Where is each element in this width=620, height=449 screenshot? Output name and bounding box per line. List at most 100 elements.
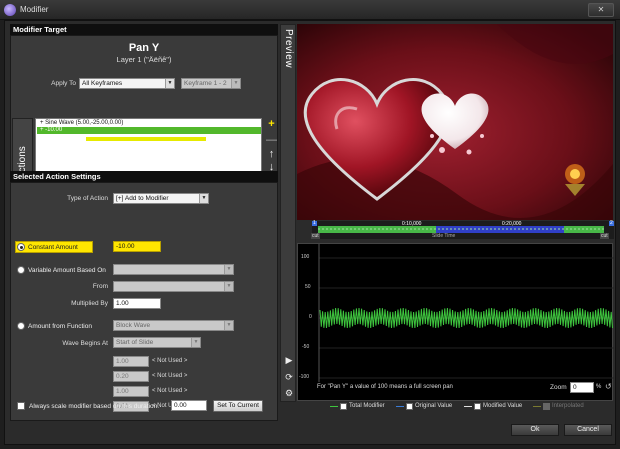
- target-name: Pan Y: [128, 42, 160, 54]
- slide-timeline[interactable]: 1 2 0:10,000 0:20,000 cut cut Slide Time: [311, 220, 614, 239]
- chevron-down-icon: ▼: [224, 321, 233, 330]
- cut-right: cut: [600, 233, 609, 239]
- timeline-start-marker: 1: [313, 220, 316, 226]
- type-of-action-label: Type of Action: [67, 195, 108, 202]
- add-action-button[interactable]: +: [265, 118, 278, 131]
- chevron-down-icon: ▼: [224, 265, 233, 274]
- chevron-down-icon: ▼: [191, 338, 200, 347]
- hearts-picture: [297, 24, 613, 220]
- chevron-down-icon: ▼: [224, 282, 233, 291]
- legend-original-value: Original Value: [415, 403, 453, 409]
- timeline-track: [312, 221, 614, 239]
- preview-tab[interactable]: Preview ▶ ⟳ ⚙: [280, 24, 296, 402]
- interpolated-checkbox[interactable]: [543, 403, 550, 410]
- constant-amount-radio[interactable]: [17, 243, 25, 251]
- window-title: Modifier: [20, 5, 49, 14]
- reset-zoom-icon[interactable]: ↺: [605, 382, 612, 391]
- y-tick-minus-100: -100: [299, 374, 310, 380]
- slide-time-caption: Slide Time: [432, 233, 456, 239]
- always-scale-checkbox[interactable]: [17, 402, 25, 410]
- apply-to-select[interactable]: All Keyframes ▼: [79, 78, 175, 89]
- cut-left: cut: [311, 233, 320, 239]
- not-used-label: < Not Used >: [152, 358, 188, 364]
- graph-hint: For "Pan Y" a value of 100 means a full …: [317, 384, 453, 390]
- zoom-unit: %: [596, 384, 602, 390]
- modifier-dialog: Modifier Target Pan Y Layer 1 ("Äëñê") A…: [4, 20, 616, 445]
- legend-total-modifier: Total Modifier: [349, 403, 385, 409]
- chevron-down-icon: ▼: [199, 194, 208, 203]
- total-modifier-wave: [319, 307, 613, 329]
- timeline-label-10s: 0:10,000: [402, 221, 422, 227]
- timeline-label-20s: 0:20,000: [502, 221, 522, 227]
- function-select[interactable]: Block Wave ▼: [113, 320, 234, 331]
- chevron-down-icon: ▼: [231, 79, 240, 88]
- modifier-graph: 100 50 0 -50 -100: [297, 243, 614, 401]
- legend-modified-value: Modified Value: [483, 403, 523, 409]
- cancel-button[interactable]: Cancel: [564, 424, 612, 436]
- from-label: From: [92, 283, 108, 290]
- y-tick-50: 50: [305, 284, 311, 290]
- apply-to-label: Apply To: [51, 80, 76, 87]
- function-param-3[interactable]: 1.00: [113, 386, 149, 397]
- action-item-selected[interactable]: + -10.00: [37, 127, 261, 134]
- multiplied-by-input[interactable]: 1.00: [113, 298, 161, 309]
- wave-begins-label: Wave Begins At: [62, 340, 108, 347]
- y-tick-minus-50: -50: [302, 344, 310, 350]
- chevron-down-icon: ▼: [165, 79, 174, 88]
- keyframe-value: Keyframe 1 - 2: [184, 80, 227, 87]
- settings-header: Selected Action Settings: [10, 171, 278, 182]
- not-used-label: < Not Used >: [152, 388, 188, 394]
- always-scale-label: Always scale modifier based on this dura…: [29, 403, 160, 410]
- wave-begins-value: Start of Slide: [116, 339, 154, 346]
- zoom-input[interactable]: 0: [570, 382, 594, 393]
- total-modifier-checkbox[interactable]: [340, 403, 347, 410]
- y-tick-0: 0: [309, 314, 312, 320]
- action-selection-bar: [86, 137, 206, 141]
- ok-button[interactable]: Ok: [511, 424, 559, 436]
- set-to-current-button[interactable]: Set To Current: [213, 400, 263, 412]
- legend-swatch-original: [396, 406, 404, 407]
- modified-value-checkbox[interactable]: [474, 403, 481, 410]
- modifier-target-header: Modifier Target: [10, 24, 278, 35]
- wave-begins-select[interactable]: Start of Slide ▼: [113, 337, 201, 348]
- play-icon[interactable]: ▶: [283, 354, 295, 366]
- function-amount-label: Amount from Function: [28, 323, 92, 330]
- function-amount-radio[interactable]: [17, 322, 25, 330]
- preview-image: [297, 24, 613, 220]
- legend-swatch-interpolated: [533, 406, 541, 407]
- preview-tab-label: Preview: [283, 29, 294, 69]
- not-used-label: < Not Used >: [152, 373, 188, 379]
- function-value: Block Wave: [116, 322, 151, 329]
- loop-icon[interactable]: ⟳: [283, 371, 295, 383]
- settings-icon[interactable]: ⚙: [283, 387, 295, 399]
- move-up-button[interactable]: ↑: [265, 148, 278, 161]
- app-icon: [4, 4, 16, 16]
- action-item[interactable]: + Sine Wave (5.00,-25.00,0.00): [37, 120, 261, 127]
- remove-action-button[interactable]: —: [265, 134, 278, 147]
- original-value-checkbox[interactable]: [406, 403, 413, 410]
- duration-input[interactable]: 0.00: [171, 400, 207, 411]
- variable-amount-label: Variable Amount Based On: [28, 267, 106, 274]
- zoom-label: Zoom: [550, 384, 567, 391]
- target-layer: Layer 1 ("Äëñê"): [116, 55, 172, 64]
- y-tick-100: 100: [301, 254, 310, 260]
- apply-to-value: All Keyframes: [82, 80, 123, 87]
- type-of-action-select[interactable]: [+] Add to Modifier ▼: [113, 193, 209, 204]
- close-button[interactable]: ✕: [588, 3, 614, 17]
- legend-swatch-total: [330, 406, 338, 407]
- type-of-action-value: [+] Add to Modifier: [116, 195, 169, 202]
- title-bar: Modifier ✕: [0, 0, 620, 20]
- left-panel: Modifier Target Pan Y Layer 1 ("Äëñê") A…: [10, 24, 278, 421]
- function-param-1[interactable]: 1.00: [113, 356, 149, 367]
- from-select[interactable]: ▼: [113, 281, 234, 292]
- timeline-end-marker: 2: [610, 220, 613, 226]
- function-param-2[interactable]: 0.20: [113, 371, 149, 382]
- variable-amount-radio[interactable]: [17, 266, 25, 274]
- variable-amount-select[interactable]: ▼: [113, 264, 234, 275]
- multiplied-by-label: Multiplied By: [71, 300, 108, 307]
- graph-canvas: [318, 244, 614, 382]
- graph-legend: Total Modifier Original Value Modified V…: [330, 403, 620, 413]
- keyframe-select[interactable]: Keyframe 1 - 2 ▼: [181, 78, 241, 89]
- constant-amount-input[interactable]: -10.00: [113, 241, 161, 252]
- legend-interpolated: Interpolated: [552, 403, 584, 409]
